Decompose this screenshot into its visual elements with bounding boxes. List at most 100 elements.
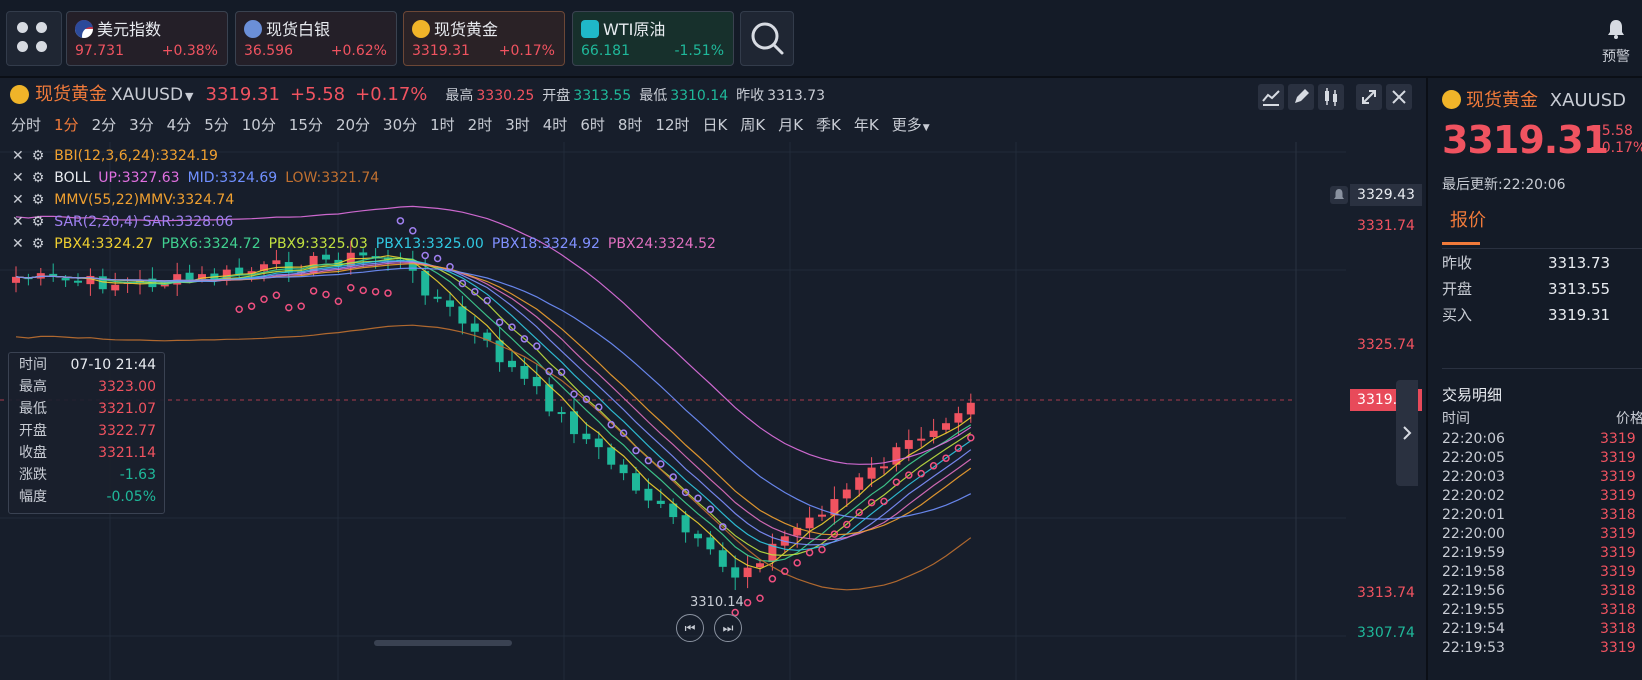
sar-dot [322,290,330,299]
period-tab[interactable]: 2时 [468,116,493,134]
candle-type-button[interactable] [1318,84,1344,110]
indicator-row-bbi: ✕ ⚙ BBI(12,3,6,24):3324.19 [12,146,226,166]
bell-icon [1608,20,1624,39]
sar-dot [793,559,801,567]
period-tab[interactable]: 1时 [430,116,455,134]
remove-indicator-icon[interactable]: ✕ [12,192,24,208]
caret-down-icon[interactable]: ▼ [185,90,193,103]
period-tab[interactable]: 年K [854,116,879,134]
trade-row: 22:20:03 3319 [1442,468,1642,487]
period-tab[interactable]: 分时 [11,116,41,134]
quote-panel: 现货黄金 XAUUSD 3319.31 +5.58 +0.17% 最后更新:22… [1426,78,1642,680]
trade-time: 22:19:53 [1442,640,1505,656]
candle-body [12,276,20,283]
period-tab[interactable]: 3分 [129,116,154,134]
tooltip-chg: -1.63 [119,467,156,483]
alert-price-tag[interactable]: 3329.43 [1350,184,1422,206]
period-more-dropdown[interactable]: 更多 [892,116,922,134]
candle-body [446,300,454,307]
trade-time: 22:20:01 [1442,507,1505,523]
candle-body [694,533,702,539]
period-tab[interactable]: 5分 [204,116,229,134]
sar-dot [483,296,491,305]
period-tab[interactable]: 周K [740,116,765,134]
draw-tool-button[interactable] [1288,84,1314,110]
indicator-settings-icon[interactable]: ⚙ [32,192,45,208]
indicator-settings-icon[interactable]: ⚙ [32,148,45,164]
candle-body [756,563,764,568]
trade-price: 3319 [1600,640,1636,656]
right-panel-toggle[interactable] [1396,380,1418,486]
quote-symbol-code: XAUUSD [1549,90,1627,111]
trade-price: 3319 [1600,526,1636,542]
indicator-row-mmv: ✕ ⚙ MMV(55,22)MMV:3324.74 [12,190,242,210]
quote-row: 昨收 3313.73 [1442,250,1642,276]
grid-dot-icon [17,22,28,33]
symbol-selector[interactable]: XAUUSD [111,85,183,105]
chart-header: 现货黄金 XAUUSD ▼ 3319.31 +5.58 +0.17% 最高 3330.25 开盘… [10,82,825,108]
period-tab[interactable]: 30分 [383,116,417,134]
period-tab[interactable]: 1分 [54,116,79,134]
tooltip-close: 3321.14 [98,445,156,461]
close-chart-button[interactable] [1386,84,1412,110]
ticker-gold[interactable]: 现货黄金 3319.31 +0.17% [403,11,565,66]
ticker-wti-oil[interactable]: WTI原油 66.181 -1.51% [572,11,734,66]
indicator-button[interactable] [1258,84,1284,110]
candle-body [582,433,591,440]
sar-dot [297,302,305,311]
candle-body [904,440,913,449]
period-tab[interactable]: 月K [778,116,803,134]
caret-down-icon[interactable]: ▼ [923,123,930,133]
tooltip-high: 3323.00 [98,379,156,395]
period-tab[interactable]: 2分 [92,116,117,134]
period-tab[interactable]: 20分 [336,116,370,134]
period-tab[interactable]: 12时 [655,116,689,134]
sar-dot [818,545,826,554]
fullscreen-button[interactable] [1356,84,1382,110]
trade-row: 22:19:55 3318 [1442,601,1642,620]
sar-dot [359,286,367,295]
remove-indicator-icon[interactable]: ✕ [12,236,24,252]
sar-dot [272,291,281,300]
period-tab[interactable]: 10分 [242,116,276,134]
quote-price: 3319.31 [1442,118,1609,162]
ticker-silver[interactable]: 现货白银 36.596 +0.62% [235,11,397,66]
pbx6-value: PBX6:3324.72 [161,236,261,252]
ticker-usd-index[interactable]: 美元指数 97.731 +0.38% [66,11,228,66]
period-tab[interactable]: 日K [703,116,728,134]
trade-row: 22:20:01 3318 [1442,506,1642,525]
indicator-settings-icon[interactable]: ⚙ [32,214,45,230]
period-tab[interactable]: 4时 [543,116,568,134]
ticker-name: 美元指数 [97,20,162,39]
candle-body [421,270,430,296]
period-tab[interactable]: 4分 [167,116,192,134]
chart-scrollbar[interactable] [374,640,512,646]
period-tab[interactable]: 6时 [580,116,605,134]
candle-body [867,467,876,479]
period-tab[interactable]: 3时 [505,116,530,134]
boll-name: BOLL [54,170,91,186]
indicator-settings-icon[interactable]: ⚙ [32,236,45,252]
period-tab[interactable]: 季K [816,116,841,134]
scroll-to-end-button[interactable]: ⏭ [714,614,742,642]
trade-price: 3319 [1600,545,1636,561]
scroll-to-start-button[interactable]: ⏮ [676,614,704,642]
quote-row: 买入 3319.31 [1442,302,1642,328]
tab-quote[interactable]: 报价 [1450,206,1486,232]
remove-indicator-icon[interactable]: ✕ [12,214,24,230]
alert-bell-marker[interactable] [1330,186,1348,204]
sar-dot [285,303,293,312]
remove-indicator-icon[interactable]: ✕ [12,170,24,186]
period-tab[interactable]: 15分 [289,116,323,134]
period-tab[interactable]: 8时 [618,116,643,134]
market-bar: 美元指数 97.731 +0.38% 现货白银 36.596 +0.62% 现货… [0,0,1642,78]
search-button[interactable] [740,11,794,66]
trade-price: 3318 [1600,507,1636,523]
boll-low: LOW:3321.74 [285,170,380,186]
apps-grid-button[interactable] [6,11,62,66]
tab-active-indicator [1442,242,1480,245]
remove-indicator-icon[interactable]: ✕ [12,148,24,164]
price-alert-button[interactable]: 预警 [1594,18,1638,66]
indicator-settings-icon[interactable]: ⚙ [32,170,45,186]
candle-body [917,438,926,441]
